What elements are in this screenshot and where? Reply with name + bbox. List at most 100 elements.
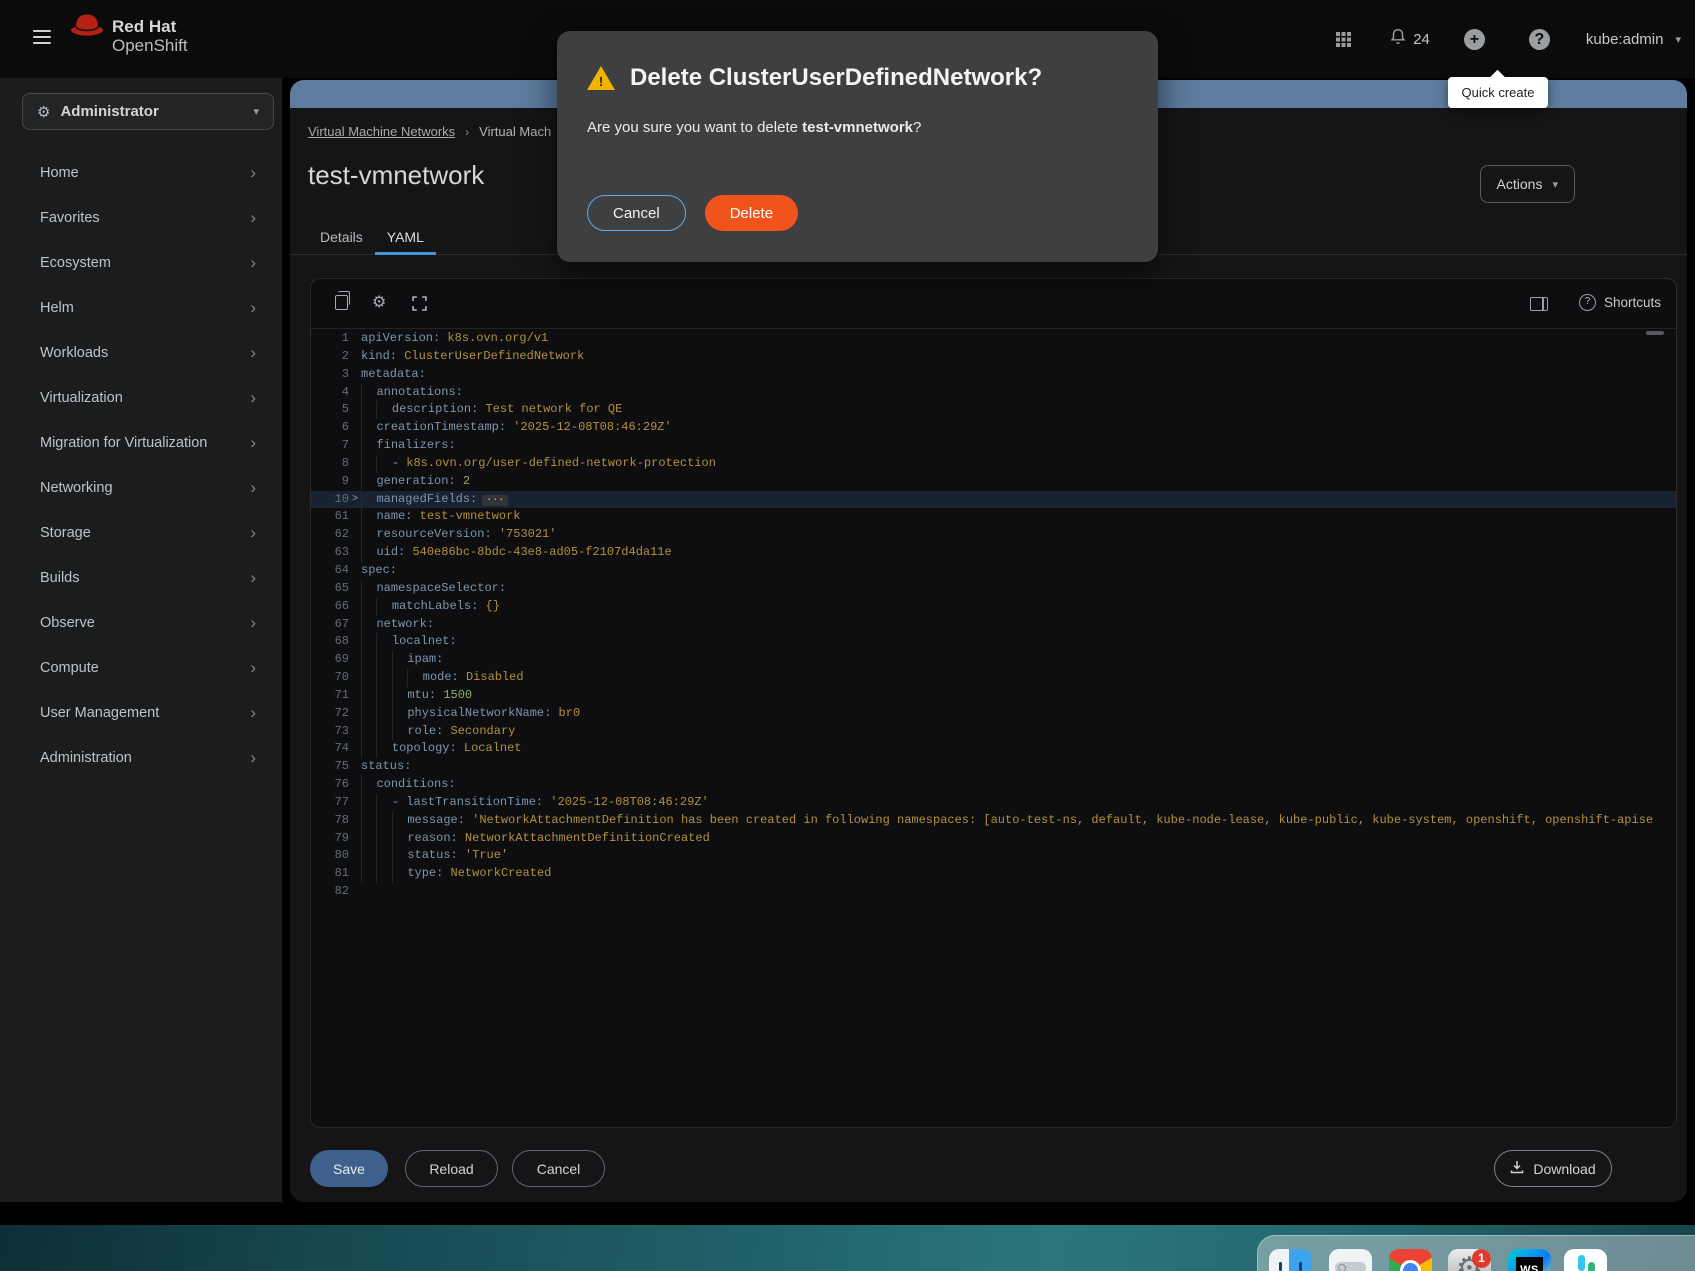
sidebar-item-label: Builds [40,569,80,586]
dock-icon-spotlight[interactable] [1329,1249,1372,1271]
code-line: 68 localnet: [311,633,1676,652]
code-line: 78 message: 'NetworkAttachmentDefinition … [311,811,1676,830]
sidebar-item-label: User Management [40,704,160,721]
cancel-button[interactable]: Cancel [512,1150,605,1187]
reload-button[interactable]: Reload [405,1150,498,1187]
notifications-button[interactable]: 24 [1389,28,1430,51]
sidebar-item-administration[interactable]: Administration › [0,735,282,780]
line-number: 8 [341,455,349,470]
yaml-code-editor[interactable]: 1 apiVersion: k8s.ovn.org/v1 2 kind: Cluste… [311,330,1676,1127]
sidebar-item-builds[interactable]: Builds › [0,555,282,600]
perspective-label: Administrator [60,103,159,120]
code-line: 3 metadata: [311,366,1676,384]
page-title: test-vmnetwork [308,160,485,190]
breadcrumb: Virtual Machine Networks › Virtual Mach [308,124,551,139]
sidebar-item-observe[interactable]: Observe › [0,600,282,645]
notification-count: 24 [1413,30,1430,48]
perspective-switcher[interactable]: ⚙ Administrator ▾ [22,93,274,130]
brand-line1: Red Hat [112,17,177,36]
sidebar-item-user-management[interactable]: User Management › [0,690,282,735]
code-line: 6 creationTimestamp: '2025-12-08T08:46:29… [311,419,1676,438]
chevron-down-icon: ▾ [1675,33,1681,46]
modal-body-resource-name: test-vmnetwork [802,119,913,136]
line-number: 4 [341,384,349,399]
line-number: 72 [334,705,349,720]
copy-icon[interactable] [335,291,350,310]
actions-button[interactable]: Actions ▾ [1479,165,1575,203]
fold-gutter [349,384,361,402]
chevron-right-icon: › [250,253,256,272]
brand-logo: Red Hat OpenShift [70,12,188,55]
modal-cancel-button[interactable]: Cancel [587,195,686,231]
fold-gutter [349,830,361,848]
tab-yaml[interactable]: YAML [374,223,436,255]
sidebar-panel-icon[interactable] [1530,297,1548,311]
brand-line2: OpenShift [112,36,188,55]
editor-footer: Save Reload Cancel Download [290,1150,1687,1188]
dock-icon-webstorm[interactable]: WS [1508,1249,1551,1271]
sidebar-item-virtualization[interactable]: Virtualization › [0,375,282,420]
chevron-right-icon: › [250,343,256,362]
quick-create-icon[interactable]: + [1463,28,1485,50]
fold-gutter [349,723,361,741]
shortcuts-button[interactable]: Shortcuts [1578,294,1661,311]
sidebar-item-compute[interactable]: Compute › [0,645,282,690]
code-line: 73 role: Secondary [311,722,1676,741]
code-line: 72 physicalNetworkName: br0 [311,704,1676,723]
sidebar-item-storage[interactable]: Storage › [0,510,282,555]
save-button[interactable]: Save [310,1150,388,1187]
chevron-right-icon: › [250,298,256,317]
tab-details[interactable]: Details [308,223,375,254]
fold-gutter [349,616,361,634]
chevron-right-icon: › [250,703,256,722]
tooltip-label: Quick create [1461,85,1535,100]
line-number: 70 [334,670,349,685]
code-line: 79 reason: NetworkAttachmentDefinitionCre… [311,829,1676,848]
modal-delete-button[interactable]: Delete [704,195,799,231]
fold-gutter [349,473,361,491]
fold-gutter [349,794,361,812]
chevron-right-icon: › [250,208,256,227]
fold-gutter [349,330,361,348]
cogs-icon: ⚙ [37,103,51,121]
warning-triangle-icon [587,66,615,90]
line-number: 69 [334,652,349,667]
download-button[interactable]: Download [1494,1150,1612,1187]
sidebar-item-helm[interactable]: Helm › [0,285,282,330]
fold-gutter [349,758,361,776]
sidebar-item-home[interactable]: Home › [0,150,282,195]
app-launcher-icon[interactable] [1336,31,1351,47]
fold-chevron-icon[interactable]: > [349,491,361,509]
download-label: Download [1533,1160,1596,1177]
code-line: 2 kind: ClusterUserDefinedNetwork [311,348,1676,366]
dock-badge: 1 [1472,1249,1491,1268]
sidebar-item-favorites[interactable]: Favorites › [0,195,282,240]
code-line: 80 status: 'True' [311,847,1676,866]
sidebar-item-label: Migration for Virtualization [40,434,208,451]
line-number: 81 [334,866,349,881]
sidebar-item-workloads[interactable]: Workloads › [0,330,282,375]
dock-icon-settings[interactable]: ⚙ 1 [1448,1249,1491,1271]
dock-icon-chrome[interactable] [1389,1249,1432,1271]
editor-settings-icon[interactable]: ⚙ [372,292,386,311]
sidebar-item-networking[interactable]: Networking › [0,465,282,510]
chevron-right-icon: › [250,163,256,182]
fold-gutter [349,812,361,830]
fullscreen-icon[interactable] [412,296,427,316]
sidebar-item-ecosystem[interactable]: Ecosystem › [0,240,282,285]
code-line: 61 name: test-vmnetwork [311,508,1676,527]
help-icon[interactable]: ? [1528,28,1550,50]
user-menu[interactable]: kube:admin ▾ [1586,31,1681,48]
modal-body-prefix: Are you sure you want to delete [587,119,803,136]
code-line: 10 > managedFields: ··· [311,490,1676,509]
sidebar-item-migration-for-virtualization[interactable]: Migration for Virtualization › [0,420,282,465]
modal-body: Are you sure you want to delete test-vmn… [587,119,921,136]
breadcrumb-link[interactable]: Virtual Machine Networks [308,124,455,139]
nav-toggle-icon[interactable] [33,30,51,44]
chevron-right-icon: › [250,433,256,452]
line-number: 10 [334,491,349,506]
line-number: 2 [341,348,349,363]
dock-icon-finder[interactable] [1269,1249,1312,1271]
dock-icon-slack[interactable] [1564,1249,1607,1271]
code-line: 67 network: [311,615,1676,634]
